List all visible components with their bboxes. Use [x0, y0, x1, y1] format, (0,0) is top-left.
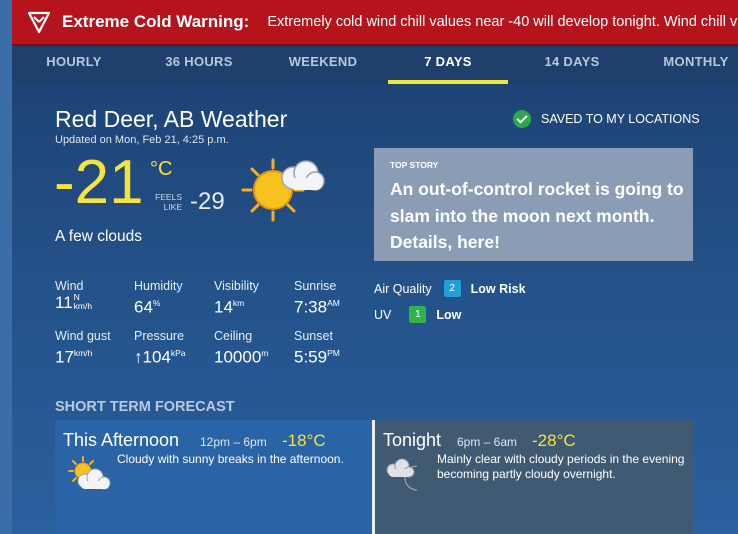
period-time: 12pm – 6pm	[200, 435, 267, 449]
wind-unit: km/h	[73, 301, 93, 311]
sunset-unit: PM	[327, 348, 340, 358]
uv-text: Low	[436, 307, 462, 322]
stat-sunrise: Sunrise 7:38AM	[294, 279, 340, 318]
stat-label: Sunrise	[294, 279, 337, 293]
forecast-tabs: HOURLY 36 HOURS WEEKEND 7 DAYS 14 DAYS M…	[12, 46, 738, 84]
stat-value: 11 Nkm/h	[55, 293, 92, 313]
forecast-period-afternoon[interactable]: This Afternoon 12pm – 6pm -18°C Cloudy w…	[55, 420, 372, 534]
feels-label-line2: LIKE	[163, 202, 182, 212]
stat-label: Ceiling	[214, 329, 253, 343]
feels-label-line1: FEELS	[155, 192, 182, 202]
stat-value: 17km/h	[55, 343, 111, 368]
gust-unit: km/h	[73, 348, 93, 358]
stat-value: 5:59PM	[294, 343, 340, 368]
ceiling-unit: m	[261, 348, 269, 358]
alert-text: Extremely cold wind chill values near -4…	[267, 14, 738, 30]
current-temperature: -21	[54, 148, 144, 217]
top-story-headline[interactable]: An out-of-control rocket is going to sla…	[390, 176, 685, 256]
feels-like-label: FEELS LIKE	[150, 192, 182, 212]
alert-title: Extreme Cold Warning:	[62, 12, 250, 31]
top-story-label: TOP STORY	[390, 160, 439, 170]
ceiling-value: 10000	[214, 347, 262, 367]
period-description: Mainly clear with cloudy periods in the …	[437, 452, 685, 481]
page-edge	[0, 0, 12, 534]
stat-label: Pressure	[134, 329, 185, 343]
sunrise-value: 7:38	[294, 297, 328, 317]
stat-wind: Wind 11 Nkm/h	[55, 279, 92, 313]
sunset-value: 5:59	[294, 347, 328, 367]
pressure-unit: kPa	[170, 348, 186, 358]
stat-value: ↑104kPa	[134, 343, 186, 368]
air-quality-row[interactable]: Air Quality 2 Low Risk	[374, 280, 526, 297]
stat-value: 7:38AM	[294, 293, 340, 318]
visibility-value: 14	[214, 297, 233, 317]
uv-label: UV	[374, 307, 392, 322]
uv-row[interactable]: UV 1 Low	[374, 306, 461, 323]
uv-badge: 1	[409, 306, 427, 323]
stat-label: Wind gust	[55, 329, 111, 343]
stat-label: Visibility	[214, 279, 259, 293]
tab-7-days[interactable]: 7 DAYS	[388, 46, 508, 84]
temperature-unit: °C	[150, 158, 173, 180]
saved-label: SAVED TO MY LOCATIONS	[541, 112, 700, 126]
saved-location-button[interactable]: SAVED TO MY LOCATIONS	[513, 110, 700, 128]
tab-monthly[interactable]: MONTHLY	[654, 46, 738, 84]
weather-alert-bar[interactable]: Extreme Cold Warning: Extremely cold win…	[12, 0, 738, 46]
stat-label: Wind	[55, 279, 84, 293]
stat-label: Sunset	[294, 329, 333, 343]
sun-cloud-icon	[68, 456, 111, 490]
period-name: Tonight	[383, 430, 442, 450]
period-name: This Afternoon	[63, 430, 180, 450]
period-temp: -18°C	[282, 431, 326, 450]
air-quality-text: Low Risk	[470, 281, 526, 296]
humidity-unit: %	[152, 298, 161, 308]
stat-humidity: Humidity 64%	[134, 279, 183, 318]
wind-value: 11	[55, 293, 73, 312]
period-description: Cloudy with sunny breaks in the afternoo…	[117, 452, 344, 466]
stat-value: 10000m	[214, 343, 268, 368]
short-term-title: SHORT TERM FORECAST	[55, 399, 235, 415]
tab-weekend[interactable]: WEEKEND	[278, 46, 368, 84]
air-quality-badge: 2	[443, 280, 461, 297]
stat-ceiling: Ceiling 10000m	[214, 329, 268, 368]
tab-36-hours[interactable]: 36 HOURS	[150, 46, 248, 84]
stat-label: Humidity	[134, 279, 183, 293]
stat-wind-gust: Wind gust 17km/h	[55, 329, 111, 368]
check-icon	[513, 110, 531, 128]
feels-like-value: -29	[190, 188, 225, 215]
stat-value: 64%	[134, 293, 183, 318]
stat-visibility: Visibility 14km	[214, 279, 259, 318]
warning-triangle-icon	[27, 11, 51, 34]
updated-timestamp: Updated on Mon, Feb 21, 4:25 p.m.	[55, 134, 229, 146]
period-temp: -28°C	[532, 431, 576, 450]
humidity-value: 64	[134, 297, 153, 317]
forecast-period-tonight[interactable]: Tonight 6pm – 6am -28°C Mainly clear wit…	[375, 420, 693, 534]
top-story-card[interactable]: TOP STORY An out-of-control rocket is go…	[374, 148, 693, 261]
sun-cloud-icon	[241, 158, 325, 222]
page-title: Red Deer, AB Weather	[55, 106, 288, 132]
period-time: 6pm – 6am	[457, 435, 518, 449]
visibility-unit: km	[232, 298, 245, 308]
stat-pressure: Pressure ↑104kPa	[134, 329, 186, 368]
sunrise-unit: AM	[327, 298, 340, 308]
tab-hourly[interactable]: HOURLY	[30, 46, 118, 84]
pressure-value: ↑104	[134, 347, 171, 367]
stat-value: 14km	[214, 293, 259, 318]
gust-value: 17	[55, 347, 74, 367]
current-condition: A few clouds	[55, 228, 143, 245]
moon-cloud-icon	[386, 458, 418, 491]
air-quality-label: Air Quality	[374, 281, 432, 296]
stat-sunset: Sunset 5:59PM	[294, 329, 340, 368]
tab-14-days[interactable]: 14 DAYS	[528, 46, 616, 84]
